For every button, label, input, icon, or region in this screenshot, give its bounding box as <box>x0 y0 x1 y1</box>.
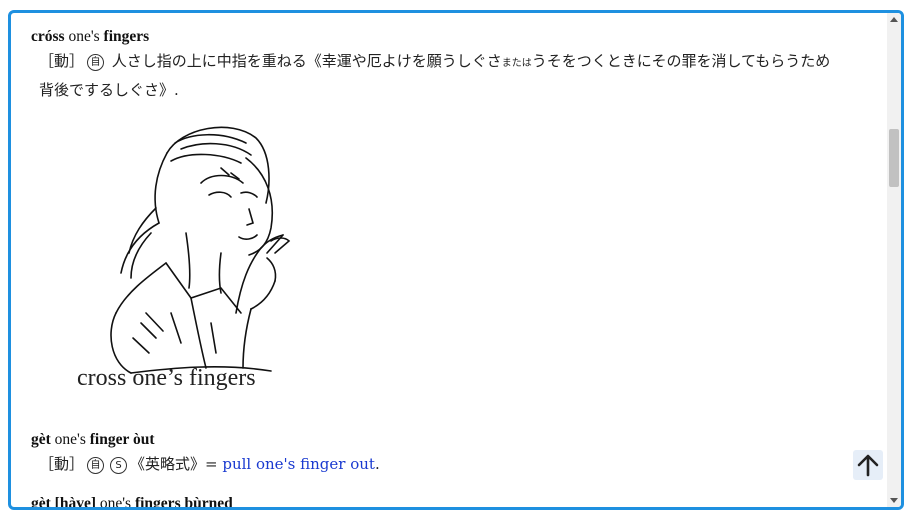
definition-text: 背後でするしぐさ》. <box>39 81 179 99</box>
pos-bracket: ［動］ <box>39 455 85 473</box>
woman-crossing-fingers-illustration <box>110 126 291 374</box>
definition-text: . <box>374 455 380 473</box>
spoken-badge: S <box>110 457 128 474</box>
headword-bold: gèt <box>31 431 51 448</box>
headword-plain: one's <box>96 495 135 507</box>
entry-headword: gèt one's finger òut <box>31 431 155 449</box>
headword-bold: gèt [hàve] <box>31 495 96 507</box>
headword-plain: one's <box>64 28 104 45</box>
definition-text: 《英略式》= <box>130 455 223 473</box>
vertical-scrollbar[interactable] <box>887 13 901 507</box>
scrollbar-thumb[interactable] <box>889 129 899 187</box>
entry-definition: ［動］ 自 S 《英略式》= pull one's finger out. <box>39 451 380 477</box>
illustration-caption: cross one’s fingers <box>77 365 256 391</box>
headword-bold: cróss <box>31 28 65 45</box>
entry-definition: ［動］ 自 人さし指の上に中指を重ねる《幸運や厄よけを願うしぐさまたはうそをつくと… <box>39 48 887 103</box>
headword-bold: finger òut <box>89 431 155 448</box>
scroll-up-arrow-icon[interactable] <box>890 17 898 22</box>
definition-text: うそをつくときにその罪を消してもらうため <box>531 52 831 70</box>
intransitive-badge: 自 <box>87 54 105 71</box>
dictionary-content: cróss one's fingers ［動］ 自 人さし指の上に中指を重ねる《幸… <box>11 13 887 507</box>
definition-small-text: または <box>501 58 532 69</box>
entry-headword: cróss one's fingers <box>31 28 149 46</box>
headword-plain: one's <box>50 431 90 448</box>
entry-headword: gèt [hàve] one's fingers bùrned <box>31 495 233 507</box>
headword-bold: fingers <box>103 28 150 45</box>
headword-bold: fingers bùrned <box>134 495 233 507</box>
arrow-up-icon <box>857 454 879 477</box>
scroll-down-arrow-icon[interactable] <box>890 498 898 503</box>
scroll-to-top-button[interactable] <box>853 450 883 480</box>
intransitive-badge: 自 <box>87 457 105 474</box>
definition-text: 人さし指の上に中指を重ねる《幸運や厄よけを願うしぐさ <box>107 52 502 70</box>
cross-reference-link[interactable]: pull one's finger out <box>222 455 375 473</box>
dictionary-panel: cróss one's fingers ［動］ 自 人さし指の上に中指を重ねる《幸… <box>8 10 904 510</box>
pos-bracket: ［動］ <box>39 52 85 70</box>
